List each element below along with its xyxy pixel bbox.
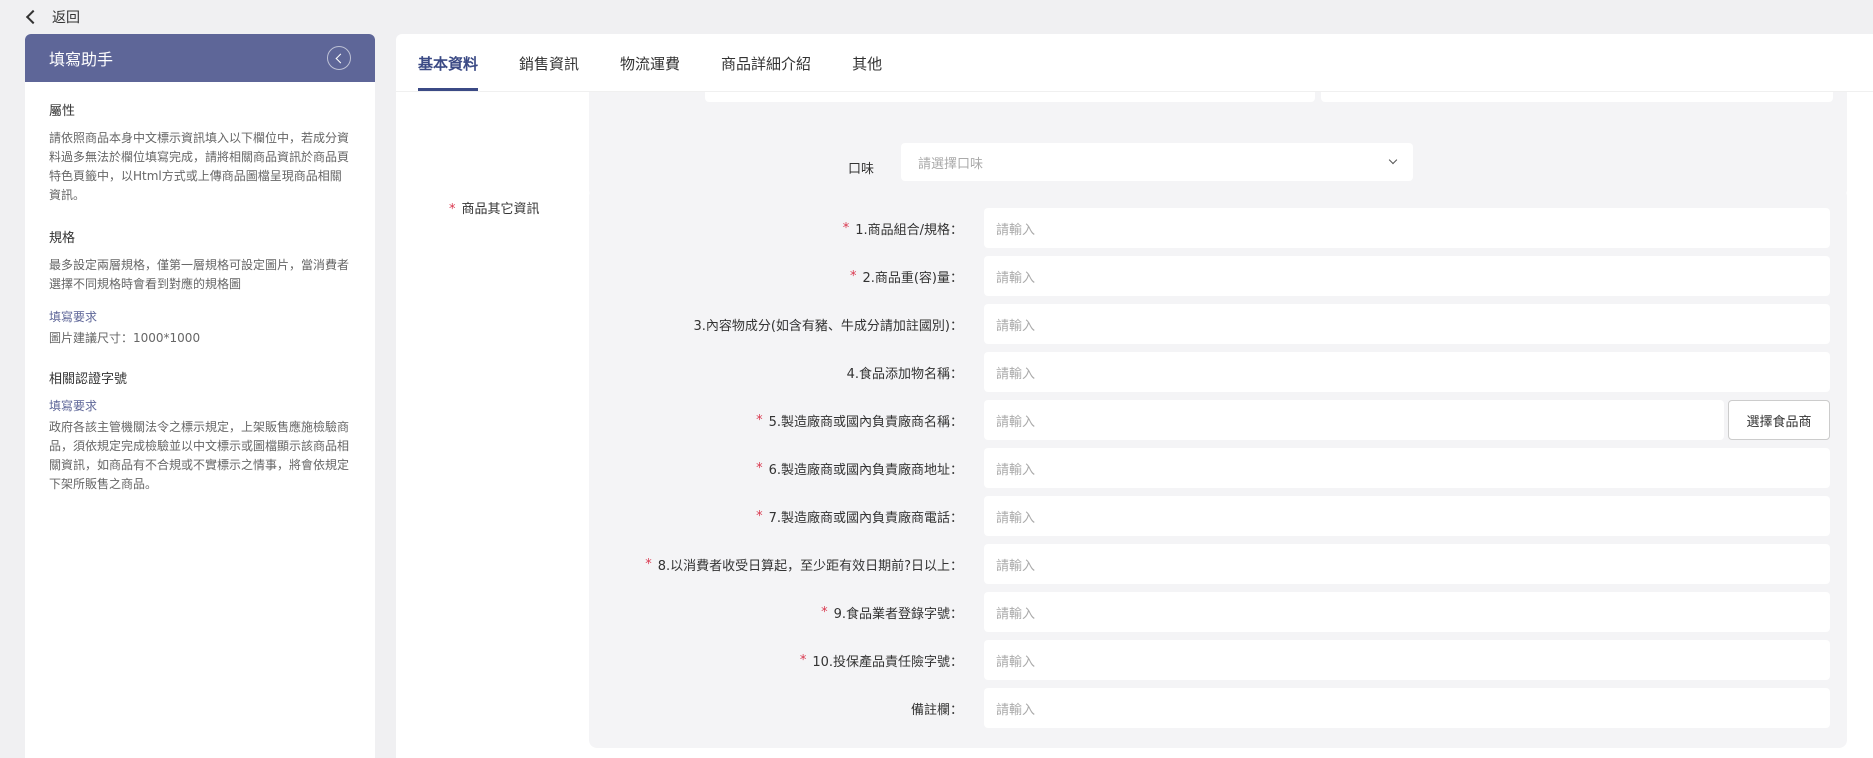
required-mark: * <box>645 556 652 572</box>
form-row: * 7.製造廠商或國內負責廠商電話： 請輸入 <box>589 496 1847 536</box>
helper-section-title: 屬性 <box>49 104 76 119</box>
ingredients-input[interactable]: 請輸入 <box>984 304 1830 344</box>
other-info-box: * 1.商品組合/規格： 請輸入 * 2.商品重(容)量： 請輸入 3.內容物成分(… <box>589 188 1847 748</box>
helper-section-text: 政府各該主管機關法令之標示規定，上架販售應施檢驗商品，須依規定完成檢驗並以中文標… <box>49 420 350 491</box>
form-row: * 2.商品重(容)量： 請輸入 <box>589 256 1847 296</box>
input-field-partial[interactable] <box>1321 92 1833 102</box>
manufacturer-phone-input[interactable]: 請輸入 <box>984 496 1830 536</box>
field-label: * 1.商品組合/規格： <box>842 220 963 238</box>
chevron-left-icon <box>335 53 346 63</box>
tab-other[interactable]: 其他 <box>852 53 882 91</box>
chevron-down-icon <box>1388 155 1398 165</box>
helper-requirement-text: 圖片建議尺寸：1000*1000 <box>49 331 201 345</box>
required-mark: * <box>821 604 828 620</box>
flavor-label: 口味 <box>847 162 874 177</box>
form-row: 4.食品添加物名稱： 請輸入 <box>589 352 1847 392</box>
form-row: 備註欄： 請輸入 <box>589 688 1847 728</box>
form-row: * 10.投保產品責任險字號： 請輸入 <box>589 640 1847 680</box>
field-label: * 9.食品業者登錄字號： <box>821 604 963 622</box>
product-weight-input[interactable]: 請輸入 <box>984 256 1830 296</box>
helper-section-text: 最多設定兩層規格，僅第一層規格可設定圖片，當消費者選擇不同規格時會看到對應的規格… <box>49 258 350 291</box>
chevron-left-icon <box>25 9 41 25</box>
required-mark: * <box>799 652 807 668</box>
field-label: * 6.製造廠商或國內負責廠商地址： <box>756 460 963 478</box>
helper-requirement-label: 填寫要求 <box>49 399 98 413</box>
required-mark: * <box>756 508 763 524</box>
remarks-input[interactable]: 請輸入 <box>984 688 1830 728</box>
required-mark: * <box>449 202 456 217</box>
collapse-helper-button[interactable] <box>327 46 351 70</box>
tab-shipping[interactable]: 物流運費 <box>620 53 680 91</box>
required-mark: * <box>849 268 857 284</box>
manufacturer-address-input[interactable]: 請輸入 <box>984 448 1830 488</box>
select-food-vendor-button[interactable]: 選擇食品商 <box>1728 400 1830 440</box>
helper-section-text: 請依照商品本身中文標示資訊填入以下欄位中，若成分資料過多無法於欄位填寫完成，請將… <box>49 131 350 202</box>
form-row: * 6.製造廠商或國內負責廠商地址： 請輸入 <box>589 448 1847 488</box>
manufacturer-name-input[interactable]: 請輸入 <box>984 400 1724 440</box>
tab-bar: 基本資料 銷售資訊 物流運費 商品詳細介紹 其他 <box>396 34 1873 92</box>
field-label: * 7.製造廠商或國內負責廠商電話： <box>756 508 963 526</box>
field-label: * 2.商品重(容)量： <box>849 268 963 286</box>
form-row: * 9.食品業者登錄字號： 請輸入 <box>589 592 1847 632</box>
other-info-label: * 商品其它資訊 <box>449 202 540 217</box>
flavor-select[interactable]: 請選擇口味 <box>901 143 1413 181</box>
field-label: 4.食品添加物名稱： <box>846 366 963 382</box>
helper-section-title: 相關認證字號 <box>49 372 128 387</box>
helper-requirement-label: 填寫要求 <box>49 310 98 324</box>
helper-body: 屬性 請依照商品本身中文標示資訊填入以下欄位中，若成分資料過多無法於欄位填寫完成… <box>25 82 375 512</box>
fill-helper-panel: 填寫助手 屬性 請依照商品本身中文標示資訊填入以下欄位中，若成分資料過多無法於欄… <box>25 34 375 758</box>
main-panel: 基本資料 銷售資訊 物流運費 商品詳細介紹 其他 口味 請選擇口味 * 商品其它資… <box>396 34 1873 758</box>
liability-insurance-input[interactable]: 請輸入 <box>984 640 1830 680</box>
required-mark: * <box>842 220 850 236</box>
back-link[interactable]: 返回 <box>0 0 1873 34</box>
field-label: * 10.投保產品責任險字號： <box>799 652 963 670</box>
field-label: * 5.製造廠商或國內負責廠商名稱： <box>756 412 963 430</box>
food-registration-input[interactable]: 請輸入 <box>984 592 1830 632</box>
field-label: 備註欄： <box>910 702 963 718</box>
form-row: * 5.製造廠商或國內負責廠商名稱： 請輸入 選擇食品商 <box>589 400 1847 440</box>
helper-title: 填寫助手 <box>49 50 114 69</box>
input-field-partial[interactable] <box>705 92 1315 102</box>
helper-section-title: 規格 <box>49 231 76 246</box>
form-row: * 8.以消費者收受日算起，至少距有效日期前?日以上： 請輸入 <box>589 544 1847 584</box>
tab-basic-info[interactable]: 基本資料 <box>418 53 479 91</box>
back-label: 返回 <box>52 10 80 26</box>
attributes-box: 口味 請選擇口味 <box>589 92 1847 198</box>
tab-product-detail[interactable]: 商品詳細介紹 <box>721 53 811 91</box>
required-mark: * <box>756 412 763 428</box>
expiry-days-input[interactable]: 請輸入 <box>984 544 1830 584</box>
helper-header: 填寫助手 <box>25 34 375 82</box>
form-row: 3.內容物成分(如含有豬、牛成分請加註國別)： 請輸入 <box>589 304 1847 344</box>
flavor-placeholder: 請選擇口味 <box>918 156 984 172</box>
product-spec-input[interactable]: 請輸入 <box>984 208 1830 248</box>
field-label: 3.內容物成分(如含有豬、牛成分請加註國別)： <box>693 318 963 334</box>
field-label: * 8.以消費者收受日算起，至少距有效日期前?日以上： <box>645 556 963 574</box>
tab-sales-info[interactable]: 銷售資訊 <box>519 53 579 91</box>
form-row: * 1.商品組合/規格： 請輸入 <box>589 208 1847 248</box>
required-mark: * <box>756 460 763 476</box>
food-additives-input[interactable]: 請輸入 <box>984 352 1830 392</box>
